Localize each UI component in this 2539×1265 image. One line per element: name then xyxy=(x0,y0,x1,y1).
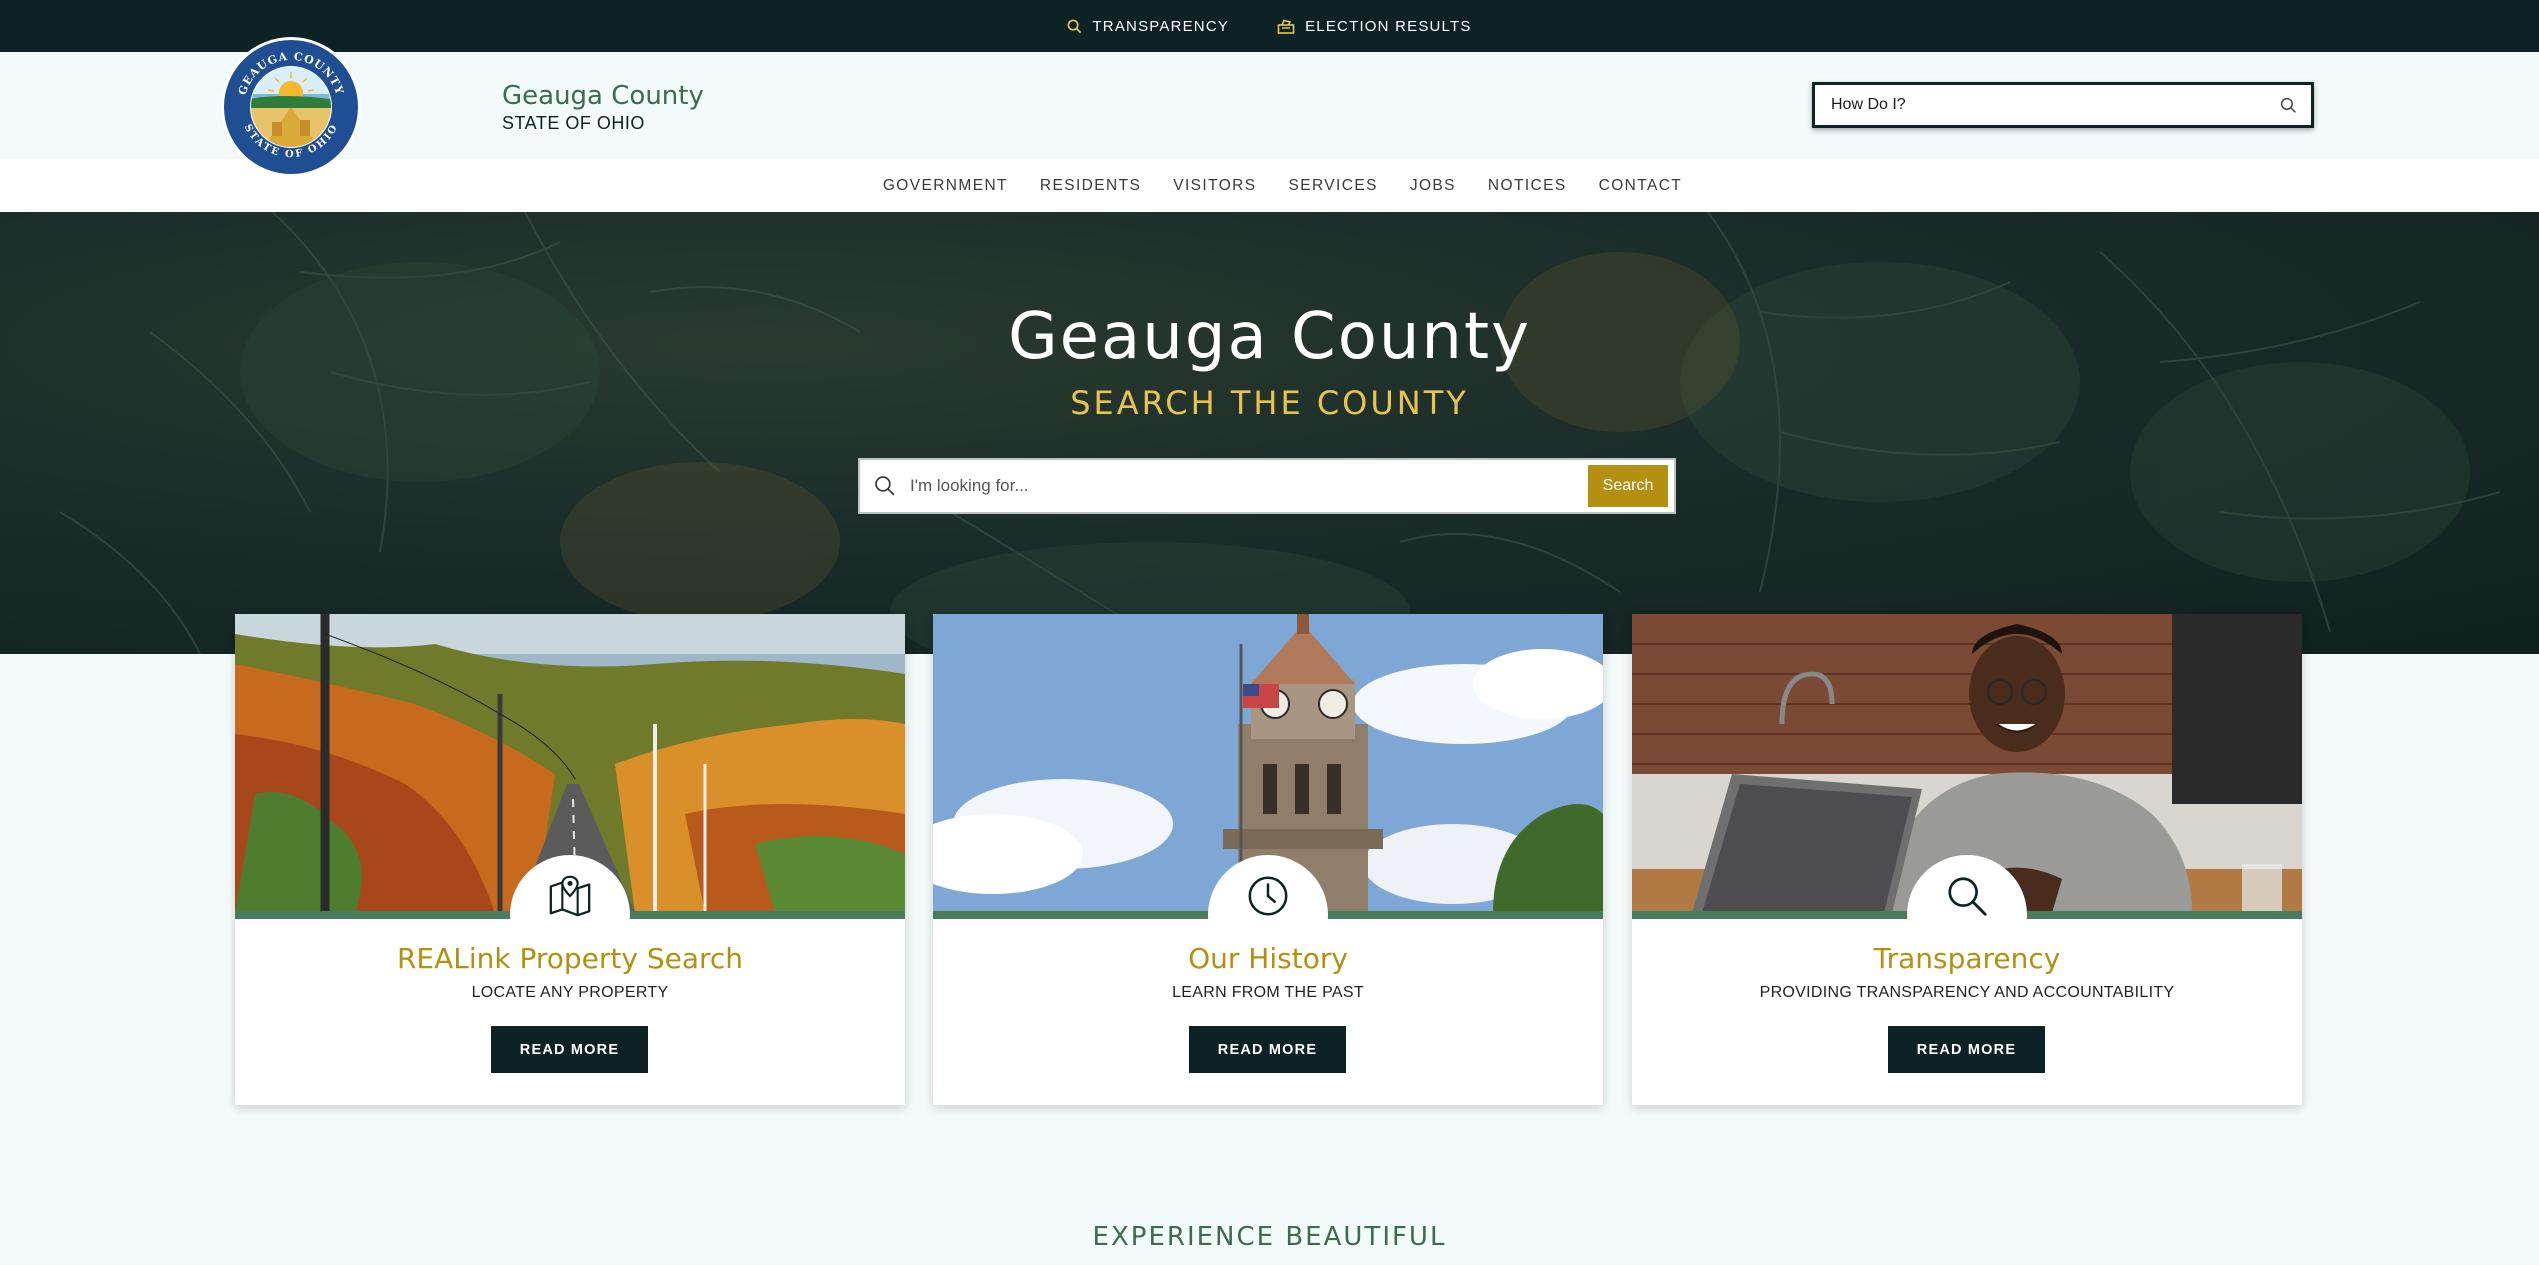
card-transparency: Transparency PROVIDING TRANSPARENCY AND … xyxy=(1632,614,2302,1105)
nav-visitors[interactable]: VISITORS xyxy=(1173,177,1256,195)
transparency-label: TRANSPARENCY xyxy=(1092,17,1230,35)
transparency-link[interactable]: TRANSPARENCY xyxy=(1067,18,1229,35)
main-nav: GOVERNMENT RESIDENTS VISITORS SERVICES J… xyxy=(0,159,2539,212)
clock-icon xyxy=(1248,876,1288,916)
experience-heading: EXPERIENCE BEAUTIFUL xyxy=(1092,1222,1447,1252)
hero-search-input[interactable]: I'm looking for... xyxy=(910,476,1588,496)
card-title[interactable]: REALink Property Search xyxy=(235,942,905,975)
hero-search-button[interactable]: Search xyxy=(1588,465,1668,507)
how-do-i-label: How Do I? xyxy=(1831,96,1906,113)
search-icon[interactable] xyxy=(2280,97,2297,114)
election-results-label: ELECTION RESULTS xyxy=(1305,17,1472,35)
search-icon xyxy=(875,476,895,496)
search-icon xyxy=(1068,19,1082,33)
nav-contact[interactable]: CONTACT xyxy=(1599,177,1683,195)
nav-government[interactable]: GOVERNMENT xyxy=(883,177,1008,195)
ballot-box-icon xyxy=(1277,19,1295,34)
site-name: Geauga County xyxy=(502,81,704,111)
card-subtitle: LEARN FROM THE PAST xyxy=(1172,984,1364,1001)
nav-services[interactable]: SERVICES xyxy=(1289,177,1378,195)
hero-title: Geauga County xyxy=(1008,300,1531,374)
utility-bar: TRANSPARENCY ELECTION RESULTS xyxy=(0,0,2539,52)
county-seal-logo[interactable]: GEAUGA COUNTY STATE OF OHIO xyxy=(220,36,362,178)
nav-notices[interactable]: NOTICES xyxy=(1488,177,1567,195)
hero-leaf-background xyxy=(59,212,2501,654)
nav-residents[interactable]: RESIDENTS xyxy=(1040,177,1141,195)
nav-jobs[interactable]: JOBS xyxy=(1410,177,1456,195)
read-more-button[interactable]: READ MORE xyxy=(1189,1026,1346,1073)
card-our-history: Our History LEARN FROM THE PAST READ MOR… xyxy=(933,614,1603,1105)
site-title[interactable]: Geauga County STATE OF OHIO xyxy=(502,80,704,134)
hero-section: Geauga County SEARCH THE COUNTY I'm look… xyxy=(0,212,2539,654)
read-more-button[interactable]: READ MORE xyxy=(491,1026,648,1073)
read-more-button[interactable]: READ MORE xyxy=(1888,1026,2045,1073)
site-header: Geauga County STATE OF OHIO How Do I? xyxy=(0,52,2539,159)
election-results-link[interactable]: ELECTION RESULTS xyxy=(1277,18,1471,35)
card-title[interactable]: Transparency xyxy=(1632,942,2302,975)
card-title[interactable]: Our History xyxy=(933,942,1603,975)
hero-subtitle: SEARCH THE COUNTY xyxy=(1070,384,1469,422)
card-subtitle: LOCATE ANY PROPERTY xyxy=(471,984,669,1001)
hero-search-bar: I'm looking for... Search xyxy=(858,458,1676,514)
site-state: STATE OF OHIO xyxy=(502,113,645,133)
search-icon xyxy=(1948,877,1987,916)
map-pin-icon xyxy=(549,875,591,917)
card-realink: REALink Property Search LOCATE ANY PROPE… xyxy=(235,614,905,1105)
card-subtitle: PROVIDING TRANSPARENCY AND ACCOUNTABILIT… xyxy=(1759,984,2175,1001)
how-do-i-search[interactable]: How Do I? xyxy=(1812,82,2314,128)
